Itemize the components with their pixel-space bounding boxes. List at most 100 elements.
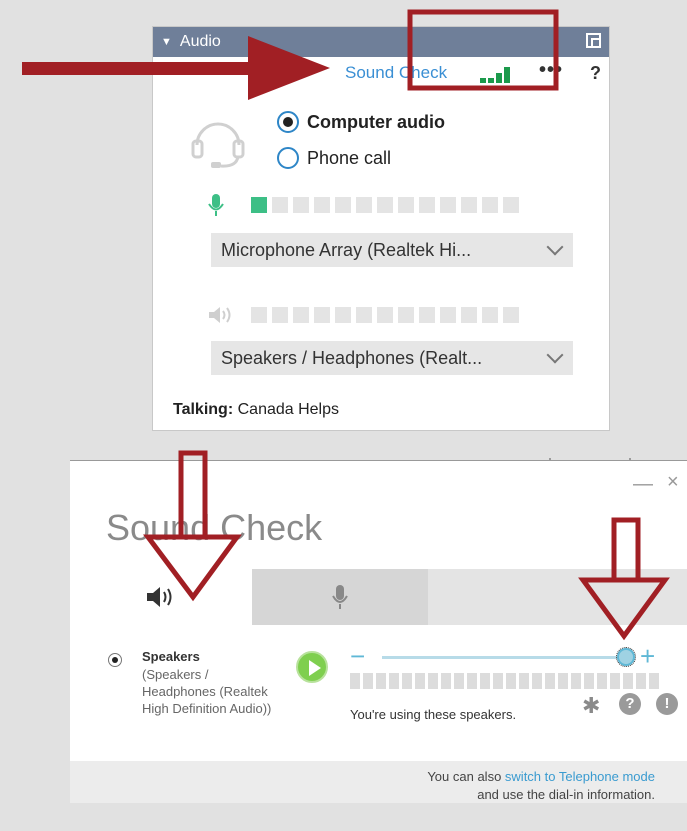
volume-slider-track[interactable]	[382, 656, 620, 659]
level-segment	[335, 307, 351, 323]
level-segment	[402, 673, 412, 689]
speaker-select-value: Speakers / Headphones (Realt...	[221, 347, 483, 368]
audio-toolbar: Sound Check ••• ?	[153, 59, 609, 87]
speaker-icon	[147, 587, 172, 607]
level-segment	[377, 197, 393, 213]
level-segment	[506, 673, 516, 689]
close-button[interactable]: ×	[667, 471, 679, 494]
connection-signal-icon	[480, 67, 510, 83]
footer-text-line1: You can also switch to Telephone mode	[427, 769, 655, 784]
volume-increase-button[interactable]: +	[640, 641, 655, 672]
speaker-device-name: Speakers	[142, 649, 200, 664]
volume-decrease-button[interactable]: −	[350, 641, 365, 672]
more-options-button[interactable]: •••	[539, 59, 563, 82]
level-segment	[623, 673, 633, 689]
level-segment	[398, 307, 414, 323]
phone-call-radio[interactable]	[277, 147, 299, 169]
level-segment	[482, 197, 498, 213]
level-segment	[419, 197, 435, 213]
level-segment	[314, 307, 330, 323]
help-button[interactable]: ?	[590, 63, 601, 84]
level-segment	[389, 673, 399, 689]
level-segment	[503, 307, 519, 323]
audio-panel-title: Audio	[179, 33, 221, 50]
microphone-level-meter	[251, 197, 519, 213]
footer-prefix: You can also	[427, 769, 505, 784]
level-segment	[356, 307, 372, 323]
level-segment	[571, 673, 581, 689]
computer-audio-radio[interactable]	[277, 111, 299, 133]
help-icon[interactable]: ?	[619, 693, 641, 715]
level-segment	[545, 673, 555, 689]
speaker-icon	[209, 307, 231, 323]
level-segment	[428, 673, 438, 689]
level-segment	[356, 197, 372, 213]
speaker-status-text: You're using these speakers.	[350, 707, 517, 722]
level-segment	[482, 307, 498, 323]
talking-indicator: Talking: Canada Helps	[173, 401, 339, 419]
talking-name: Canada Helps	[237, 401, 340, 418]
level-segment	[314, 197, 330, 213]
level-segment	[461, 307, 477, 323]
chevron-down-icon	[546, 238, 564, 256]
level-segment	[293, 307, 309, 323]
level-segment	[363, 673, 373, 689]
headset-icon	[191, 122, 245, 168]
gear-icon[interactable]: ✱	[582, 693, 600, 719]
level-segment	[467, 673, 477, 689]
popout-icon[interactable]	[586, 33, 601, 48]
collapse-triangle-icon[interactable]: ▼	[161, 36, 172, 48]
level-segment	[251, 307, 267, 323]
level-segment	[419, 307, 435, 323]
level-segment	[649, 673, 659, 689]
level-segment	[335, 197, 351, 213]
level-segment	[440, 197, 456, 213]
speaker-output-level-meter	[350, 673, 659, 689]
volume-slider-handle[interactable]	[616, 647, 636, 667]
minimize-button[interactable]: —	[633, 473, 653, 496]
microphone-select-value: Microphone Array (Realtek Hi...	[221, 239, 472, 260]
level-segment	[461, 197, 477, 213]
microphone-icon	[332, 585, 348, 609]
computer-audio-option[interactable]: Computer audio	[277, 111, 445, 133]
level-segment	[584, 673, 594, 689]
speaker-select[interactable]: Speakers / Headphones (Realt...	[211, 341, 573, 375]
sound-check-link[interactable]: Sound Check	[345, 63, 447, 83]
level-segment	[454, 673, 464, 689]
level-segment	[377, 307, 393, 323]
sound-check-dialog: — × Sound Check ✱ ? ! Speakers (Speakers…	[70, 460, 687, 803]
sound-check-tabs: ✱ ? !	[70, 569, 687, 718]
level-segment	[415, 673, 425, 689]
play-test-sound-button[interactable]	[296, 651, 328, 683]
level-segment	[441, 673, 451, 689]
audio-panel: ▼ Audio Sound Check ••• ? Computer audio…	[152, 26, 610, 431]
microphone-select[interactable]: Microphone Array (Realtek Hi...	[211, 233, 573, 267]
level-segment	[350, 673, 360, 689]
speaker-level-meter	[251, 307, 519, 323]
chevron-down-icon	[546, 346, 564, 364]
computer-audio-label: Computer audio	[307, 111, 445, 132]
audio-panel-header[interactable]: ▼ Audio	[153, 27, 609, 57]
phone-call-label: Phone call	[307, 147, 392, 168]
level-segment	[440, 307, 456, 323]
level-segment	[398, 197, 414, 213]
switch-telephone-mode-link[interactable]: switch to Telephone mode	[505, 769, 655, 784]
footer-text-line2: and use the dial-in information.	[477, 787, 655, 802]
sound-check-title: Sound Check	[106, 507, 323, 548]
level-segment	[503, 197, 519, 213]
level-segment	[251, 197, 267, 213]
speaker-device-radio[interactable]	[108, 653, 122, 667]
microphone-icon	[208, 194, 224, 216]
level-segment	[636, 673, 646, 689]
level-segment	[480, 673, 490, 689]
level-segment	[272, 307, 288, 323]
level-segment	[532, 673, 542, 689]
level-segment	[597, 673, 607, 689]
level-segment	[558, 673, 568, 689]
phone-call-option[interactable]: Phone call	[277, 147, 391, 169]
tab-microphone[interactable]	[252, 569, 428, 625]
tab-speakers[interactable]	[70, 569, 252, 625]
level-segment	[493, 673, 503, 689]
speaker-device-description: (Speakers / Headphones (Realtek High Def…	[142, 667, 272, 716]
info-icon[interactable]: !	[656, 693, 678, 715]
